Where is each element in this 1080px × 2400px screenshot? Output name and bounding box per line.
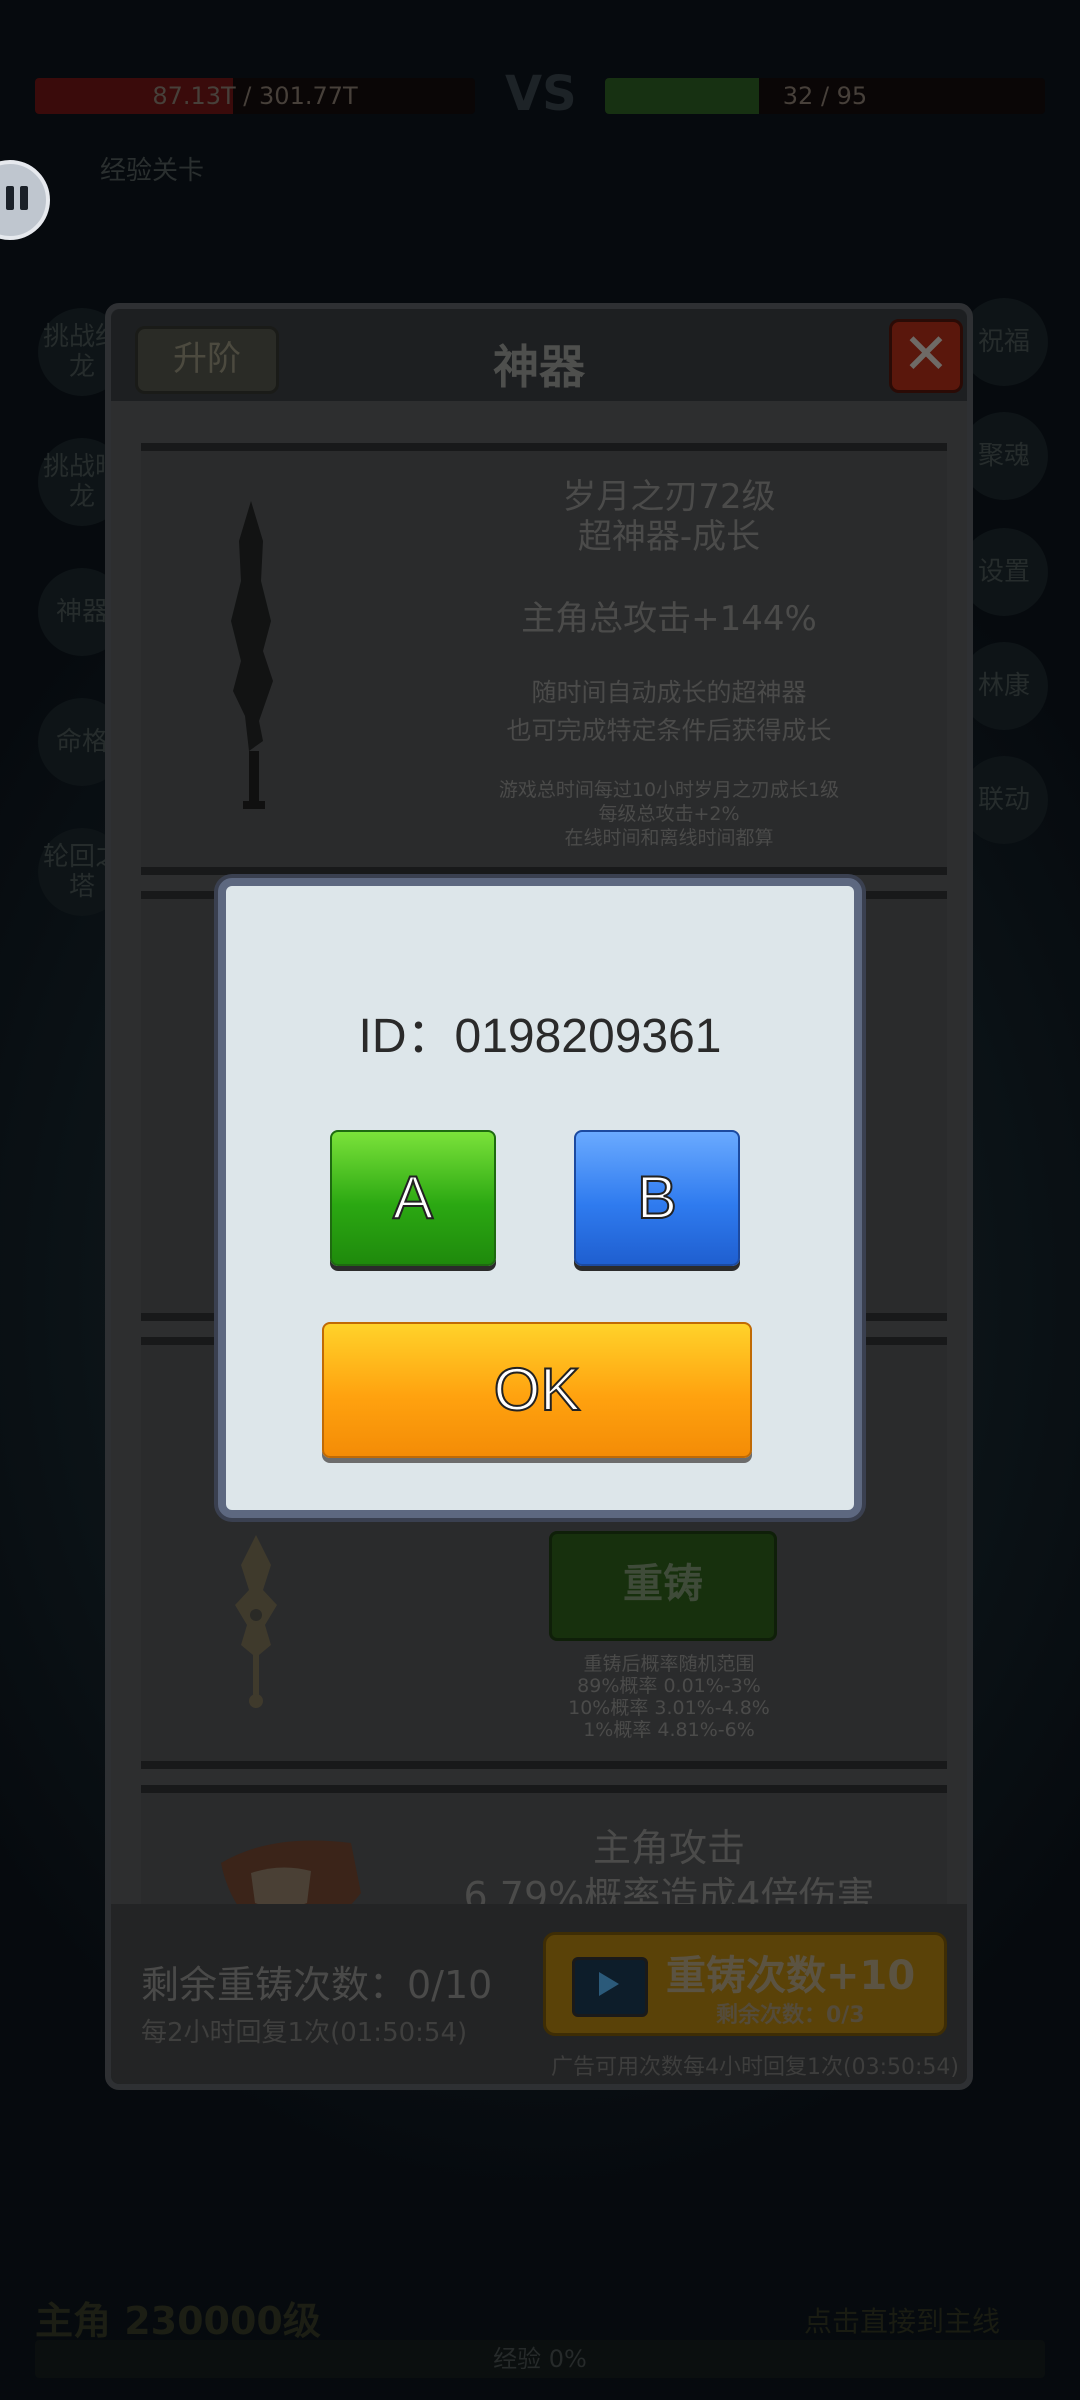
artifact-effect: 6.79%概率造成4倍伤害	[463, 1874, 875, 1907]
option-b-button[interactable]: B	[574, 1130, 740, 1266]
vs-label: VS	[505, 66, 577, 122]
ad-recover-note: 广告可用次数每4小时回复1次(03:50:54)	[551, 2055, 959, 2080]
hero-level: 主角 230000级	[35, 2299, 321, 2343]
artifact-note: 游戏总时间每过10小时岁月之刃成长1级	[498, 779, 840, 801]
panel-footer: 剩余重铸次数：0/10 每2小时回复1次(01:50:54) 重铸次数+10 剩…	[111, 1904, 967, 2084]
id-dialog: ID：0198209361 A B OK	[218, 878, 862, 1518]
artifact-note: 每级总攻击+2%	[598, 803, 740, 825]
exp-text: 经验 0%	[493, 2345, 587, 2373]
reforge-remaining: 剩余重铸次数：0/10	[141, 1963, 493, 2007]
option-a-button[interactable]: A	[330, 1130, 496, 1266]
side-button-blessing[interactable]: 祝福	[960, 298, 1048, 386]
side-button-soul[interactable]: 聚魂	[960, 412, 1048, 500]
pause-button[interactable]	[0, 160, 50, 240]
player-id-text: ID：0198209361	[358, 1010, 722, 1063]
stage-label: 经验关卡	[100, 156, 205, 186]
artifact-desc: 也可完成特定条件后获得成长	[506, 716, 832, 745]
exp-bar: 经验 0%	[35, 2340, 1045, 2378]
goto-main-link[interactable]: 点击直接到主线	[804, 2300, 1000, 2340]
reforge-recover-timer: 每2小时回复1次(01:50:54)	[141, 2018, 468, 2048]
upgrade-button[interactable]: 升阶	[135, 326, 279, 394]
side-button-lin-kang[interactable]: 林康	[960, 642, 1048, 730]
video-icon	[572, 1957, 648, 2017]
mask-icon	[221, 1840, 361, 1907]
reforge-button[interactable]: 重铸	[549, 1531, 777, 1641]
artifact-card: 主角攻击 6.79%概率造成4倍伤害	[141, 1785, 947, 1907]
artifact-bonus: 主角总攻击+144%	[521, 599, 817, 639]
reforge-prob: 1%概率 4.81%-6%	[583, 1719, 755, 1741]
ornate-dagger-icon	[235, 1535, 277, 1708]
artifact-card: 岁月之刃72级 超神器-成长 主角总攻击+144% 随时间自动成长的超神器 也可…	[141, 443, 947, 875]
dark-blade-icon	[231, 501, 273, 809]
enemy-hp-bar: 32 / 95	[605, 78, 1045, 114]
ad-button-label: 重铸次数+10	[666, 1953, 916, 1999]
ok-button[interactable]: OK	[322, 1322, 752, 1458]
artifact-effect: 主角攻击	[592, 1826, 745, 1870]
close-icon[interactable]: ✕	[889, 319, 963, 393]
artifact-kind: 超神器-成长	[577, 517, 761, 557]
watch-ad-button[interactable]: 重铸次数+10 剩余次数：0/3	[543, 1932, 947, 2036]
side-button-settings[interactable]: 设置	[960, 528, 1048, 616]
player-hp-text: 87.13T / 301.77T	[152, 82, 358, 110]
enemy-hp-text: 32 / 95	[782, 82, 868, 110]
artifact-note: 在线时间和离线时间都算	[564, 827, 774, 849]
artifact-desc: 随时间自动成长的超神器	[531, 678, 807, 707]
panel-header: 神器 升阶 ✕	[111, 309, 967, 401]
player-hp-bar: 87.13T / 301.77T	[35, 78, 475, 114]
side-button-collab[interactable]: 联动	[960, 756, 1048, 844]
ad-button-remaining: 剩余次数：0/3	[716, 2003, 865, 2028]
